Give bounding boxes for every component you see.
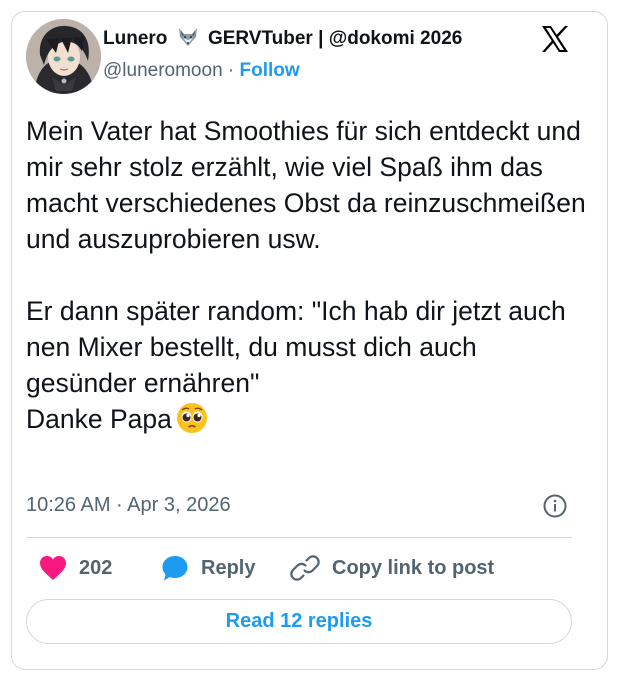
- info-icon[interactable]: [543, 494, 567, 518]
- fox-icon: [177, 27, 199, 47]
- link-icon: [290, 555, 320, 581]
- divider: [26, 537, 572, 538]
- author-handle[interactable]: @luneromoon: [103, 60, 223, 81]
- display-name[interactable]: Lunero GERVTuber | @dokomi 2026: [103, 27, 462, 50]
- reply-button[interactable]: Reply: [161, 553, 255, 583]
- read-replies-label: Read 12 replies: [225, 610, 373, 632]
- tweet-timestamp[interactable]: 10:26 AM · Apr 3, 2026: [26, 494, 231, 517]
- likes-count: 202: [79, 556, 113, 579]
- read-replies-button[interactable]: Read 12 replies: [26, 599, 572, 644]
- author-handle-line: @luneromoon · Follow: [103, 60, 300, 82]
- x-logo-icon[interactable]: [540, 25, 570, 53]
- heart-icon: [40, 556, 66, 580]
- display-name-part1: Lunero: [103, 28, 168, 49]
- copy-link-button[interactable]: Copy link to post: [290, 553, 494, 583]
- avatar[interactable]: [26, 19, 101, 94]
- display-name-part2: GERVTuber | @dokomi 2026: [207, 28, 463, 49]
- follow-button[interactable]: Follow: [240, 60, 300, 81]
- pleading-face-icon: [176, 402, 208, 434]
- like-button[interactable]: 202: [39, 553, 112, 583]
- separator-dot: ·: [227, 60, 235, 81]
- tweet-text: Mein Vater hat Smoothies für sich entdec…: [26, 113, 586, 437]
- speech-bubble-icon: [162, 556, 188, 581]
- copy-link-label: Copy link to post: [332, 556, 495, 579]
- tweet-body: Mein Vater hat Smoothies für sich entdec…: [26, 116, 586, 434]
- reply-label: Reply: [201, 556, 256, 579]
